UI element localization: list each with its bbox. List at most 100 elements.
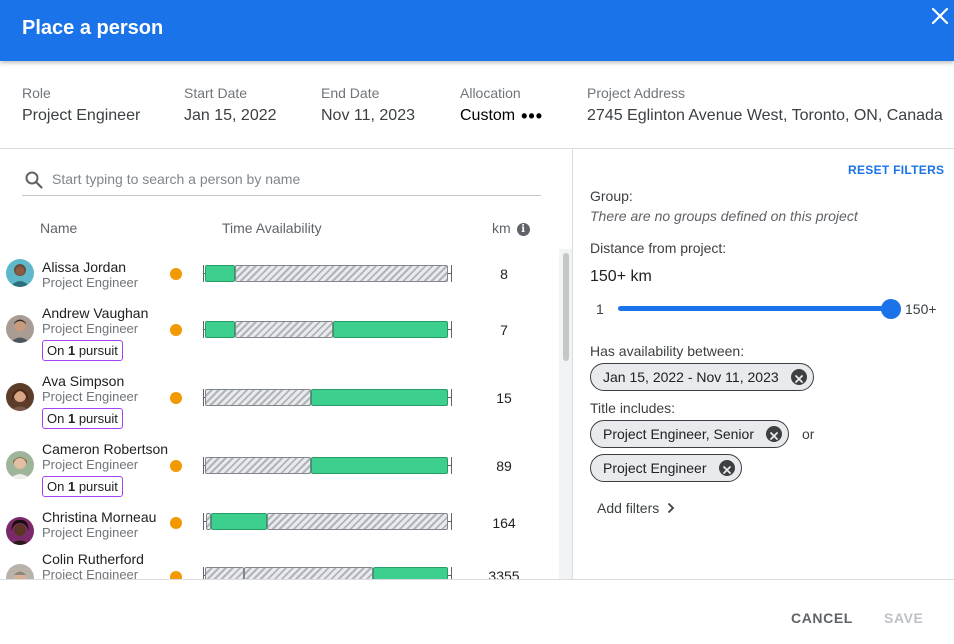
pursuit-suffix: pursuit — [78, 479, 118, 494]
assignment-summary: Role Project Engineer Start Date Jan 15,… — [0, 61, 954, 149]
scrollbar-thumb[interactable] — [563, 253, 569, 361]
pursuit-prefix: On — [47, 479, 65, 494]
remove-chip-icon[interactable] — [718, 460, 735, 476]
unavailable-segment — [235, 265, 448, 282]
allocation-label: Allocation — [460, 85, 521, 101]
avatar — [6, 315, 34, 343]
group-note: There are no groups defined on this proj… — [590, 208, 858, 224]
status-dot — [170, 571, 182, 579]
role-label: Role — [22, 85, 51, 101]
avatar — [6, 517, 34, 545]
list-scrollbar[interactable] — [559, 249, 572, 579]
availability-chip[interactable]: Jan 15, 2022 - Nov 11, 2023 — [590, 363, 814, 391]
availability-timeline — [203, 513, 452, 530]
pursuit-suffix: pursuit — [78, 411, 118, 426]
people-list-pane: Name Time Availability kmi Alissa Jordan… — [0, 149, 573, 579]
person-name: Cameron Robertson — [42, 441, 169, 457]
cancel-button[interactable]: CANCEL — [791, 610, 853, 626]
info-icon[interactable]: i — [516, 223, 530, 236]
title-chip[interactable]: Project Engineer, Senior — [590, 420, 789, 448]
unavailable-segment — [205, 389, 311, 406]
search-input[interactable] — [52, 163, 532, 195]
pursuit-badge[interactable]: On 1 pursuit — [42, 476, 123, 497]
avatar — [6, 451, 34, 479]
unavailable-segment — [205, 457, 311, 474]
status-dot — [170, 324, 182, 336]
title-filter-label: Title includes: — [590, 400, 676, 416]
allocation-value[interactable]: Custom ••• — [460, 107, 543, 125]
slider-max-label: 150+ — [905, 301, 937, 317]
available-segment — [211, 513, 267, 530]
distance-value: 3355 — [488, 568, 520, 579]
dialog-title: Place a person — [22, 17, 164, 39]
status-dot — [170, 517, 182, 529]
availability-timeline — [203, 265, 452, 282]
place-person-dialog: Place a person Role Project Engineer Sta… — [0, 0, 954, 644]
pursuit-prefix: On — [47, 411, 65, 426]
pursuit-badge[interactable]: On 1 pursuit — [42, 340, 123, 361]
start-date-label: Start Date — [184, 85, 248, 101]
availability-timeline — [203, 389, 452, 406]
km-column-header: km i — [492, 220, 530, 236]
start-date-value: Jan 15, 2022 — [184, 107, 277, 124]
list-item[interactable]: Colin Rutherford Project Engineer 3355 — [0, 551, 558, 579]
save-button[interactable]: SAVE — [884, 610, 924, 626]
reset-filters-button[interactable]: RESET FILTERS — [848, 163, 944, 177]
person-name: Andrew Vaughan — [42, 305, 149, 321]
km-header-label: km — [492, 220, 511, 236]
remove-chip-icon[interactable] — [765, 426, 782, 442]
filters-pane: RESET FILTERS Group: There are no groups… — [574, 149, 954, 579]
distance-slider-thumb[interactable] — [881, 299, 901, 319]
avatar — [6, 259, 34, 287]
chevron-right-icon — [668, 502, 675, 514]
close-icon[interactable] — [926, 2, 954, 30]
address-value: 2745 Eglinton Avenue West, Toronto, ON, … — [587, 107, 943, 124]
dialog-footer: CANCEL SAVE — [0, 579, 954, 644]
distance-label: Distance from project: — [590, 240, 727, 256]
list-item[interactable]: Ava Simpson Project Engineer On 1 pursui… — [0, 371, 558, 435]
address-label: Project Address — [587, 85, 686, 101]
status-dot — [170, 268, 182, 280]
list-item[interactable]: Christina Morneau Project Engineer 164 — [0, 507, 558, 555]
name-column-header[interactable]: Name — [40, 220, 77, 236]
allocation-text: Custom — [460, 107, 516, 124]
unavailable-segment — [235, 321, 333, 338]
availability-filter-label: Has availability between: — [590, 343, 745, 359]
availability-column-header: Time Availability — [222, 220, 322, 236]
title-chip-label: Project Engineer, Senior — [603, 426, 754, 442]
distance-value-text: 150+ km — [590, 268, 652, 285]
list-item[interactable]: Andrew Vaughan Project Engineer On 1 pur… — [0, 303, 558, 367]
distance-slider-track[interactable] — [618, 306, 891, 311]
people-list: Alissa Jordan Project Engineer 8 Andrew … — [0, 249, 558, 579]
end-date-label: End Date — [321, 85, 380, 101]
availability-chip-label: Jan 15, 2022 - Nov 11, 2023 — [603, 369, 779, 385]
unavailable-segment — [205, 567, 244, 579]
unavailable-segment — [267, 513, 448, 530]
distance-value: 89 — [496, 458, 512, 474]
pursuit-prefix: On — [47, 343, 65, 358]
available-segment — [205, 321, 235, 338]
more-options-icon[interactable]: ••• — [521, 107, 543, 125]
availability-timeline — [203, 457, 452, 474]
available-segment — [205, 265, 235, 282]
distance-value: 8 — [500, 266, 508, 282]
title-chip[interactable]: Project Engineer — [590, 454, 742, 482]
list-item[interactable]: Cameron Robertson Project Engineer On 1 … — [0, 439, 558, 503]
available-segment — [333, 321, 448, 338]
end-date-value: Nov 11, 2023 — [321, 107, 415, 124]
person-title: Project Engineer — [42, 275, 139, 290]
person-title: Project Engineer — [42, 525, 139, 540]
pursuit-badge[interactable]: On 1 pursuit — [42, 408, 123, 429]
pursuit-count: 1 — [67, 411, 76, 426]
distance-value: 164 — [492, 515, 516, 531]
person-name: Alissa Jordan — [42, 259, 127, 275]
person-title: Project Engineer — [42, 457, 139, 472]
search-bar — [22, 163, 541, 196]
add-filters-button[interactable]: Add filters — [597, 500, 675, 516]
remove-chip-icon[interactable] — [790, 369, 807, 385]
list-item[interactable]: Alissa Jordan Project Engineer 8 — [0, 249, 558, 295]
pursuit-count: 1 — [67, 479, 76, 494]
title-chip-label: Project Engineer — [603, 460, 707, 476]
status-dot — [170, 392, 182, 404]
person-name: Christina Morneau — [42, 509, 157, 525]
